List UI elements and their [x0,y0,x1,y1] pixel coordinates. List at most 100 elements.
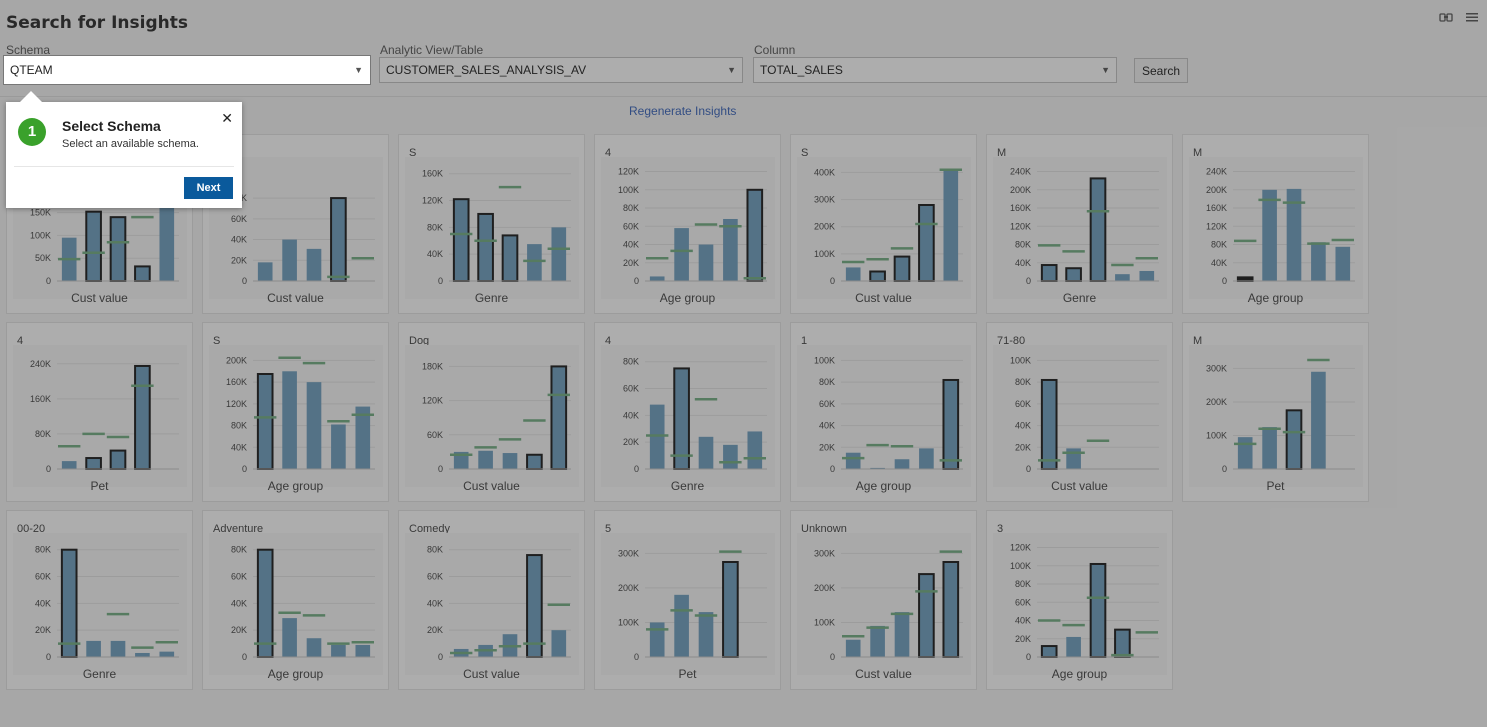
bar[interactable] [1040,378,1058,470]
bar[interactable] [698,244,714,281]
bar[interactable] [551,227,567,281]
bar[interactable] [306,382,322,469]
bar[interactable] [1262,189,1277,281]
bar[interactable] [943,169,959,281]
bar[interactable] [159,651,175,657]
bar[interactable] [1139,270,1155,281]
insight-card[interactable]: S 0 40K 80K 120K 160K 200K Age group [202,322,389,502]
bar[interactable] [1115,274,1130,281]
bar[interactable] [355,644,371,657]
menu-icon[interactable] [1465,10,1479,26]
insight-card[interactable]: Unknown 0 100K 200K 300K Cust value [790,510,977,690]
bar[interactable] [1236,276,1254,282]
bar[interactable] [527,244,542,281]
bar[interactable] [723,218,738,281]
bar[interactable] [282,618,297,657]
bar[interactable] [1311,371,1326,469]
bar[interactable] [698,612,714,657]
bar[interactable] [502,453,518,469]
insight-card[interactable]: 1 0 20K 40K 60K 80K 100K Age group [790,322,977,502]
insight-card[interactable]: 5 0 100K 200K 300K Pet [594,510,781,690]
search-button[interactable]: Search [1134,58,1188,83]
bar[interactable] [282,371,297,469]
bar[interactable] [1089,177,1107,282]
bar[interactable] [918,573,935,658]
bar[interactable] [86,640,101,657]
bar[interactable] [869,270,886,282]
insight-card[interactable]: 00-20 0 20K 40K 60K 80K Genre [6,510,193,690]
bar[interactable] [942,378,960,470]
bar[interactable] [649,276,665,281]
bar[interactable] [60,548,78,659]
next-button[interactable]: Next [184,177,233,199]
bar[interactable] [85,457,102,470]
insight-card[interactable]: 71-80 0 20K 40K 60K 80K 100K Cust value [986,322,1173,502]
insight-card[interactable]: S 0 40K 80K 120K 160K Genre [398,134,585,314]
bar[interactable] [85,210,102,282]
bar[interactable] [1237,437,1253,469]
insight-card[interactable]: S 0 100K 200K 300K 400K Cust value [790,134,977,314]
bar[interactable] [845,639,861,657]
bar[interactable] [894,612,910,657]
bar[interactable] [674,594,689,657]
bar[interactable] [649,622,665,657]
insight-card[interactable]: 4 0 20K 40K 60K 80K 100K 120K Age group [594,134,781,314]
bar[interactable] [477,212,494,282]
bar[interactable] [845,267,861,281]
bar[interactable] [257,262,273,281]
bar[interactable] [1311,242,1326,281]
bar[interactable] [747,431,763,469]
bar[interactable] [1066,636,1081,657]
bar[interactable] [1040,264,1058,283]
bar[interactable] [845,452,861,469]
bar[interactable] [110,640,126,657]
bar[interactable] [551,630,567,657]
bar[interactable] [331,644,346,657]
bar[interactable] [109,216,127,282]
bar[interactable] [282,239,297,281]
bar[interactable] [1335,246,1351,281]
bar[interactable] [649,404,665,469]
insight-card[interactable]: M 0 100K 200K 300K Pet [1182,322,1369,502]
insight-card[interactable]: 4 0 20K 40K 60K 80K Genre [594,322,781,502]
bar[interactable] [918,204,935,282]
bar[interactable] [61,461,77,469]
insight-card[interactable]: Comedy 0 20K 40K 60K 80K Cust value [398,510,585,690]
bar[interactable] [331,424,346,469]
insight-card[interactable]: Dog 0 60K 120K 180K Cust value [398,322,585,502]
bar[interactable] [306,248,322,281]
bar[interactable] [134,364,151,470]
bar[interactable] [134,265,151,282]
insight-card[interactable]: 3 0 20K 40K 60K 80K 100K 120K Age group [986,510,1173,690]
bar[interactable] [501,234,519,282]
bar[interactable] [1040,645,1058,658]
bar[interactable] [256,373,274,470]
bar[interactable] [673,367,690,470]
bar[interactable] [256,548,274,659]
bar[interactable] [452,198,470,283]
view-select[interactable]: CUSTOMER_SALES_ANALYSIS_AV ▼ [379,57,743,83]
column-select[interactable]: TOTAL_SALES ▼ [753,57,1117,83]
bar[interactable] [746,188,764,282]
bar[interactable] [698,436,714,469]
regenerate-insights-link[interactable]: Regenerate Insights [629,104,736,118]
bar[interactable] [1262,427,1277,469]
bar[interactable] [526,453,543,470]
insight-card[interactable]: M 0 40K 80K 120K 160K 200K 240K Age group [1182,134,1369,314]
binoculars-icon[interactable] [1439,10,1453,26]
bar[interactable] [330,197,347,282]
bar[interactable] [135,652,150,657]
bar[interactable] [109,449,127,471]
bar[interactable] [550,365,568,470]
schema-select-highlight[interactable]: QTEAM ▼ [3,55,371,85]
bar[interactable] [919,448,934,469]
bar[interactable] [722,561,739,658]
bar[interactable] [674,228,689,281]
bar[interactable] [942,561,960,658]
insight-card[interactable]: 4 0 80K 160K 240K Pet [6,322,193,502]
bar[interactable] [893,255,911,282]
bar[interactable] [1089,562,1107,659]
bar[interactable] [723,444,738,469]
bar[interactable] [870,625,885,657]
insight-card[interactable]: Adventure 0 20K 40K 60K 80K Age group [202,510,389,690]
